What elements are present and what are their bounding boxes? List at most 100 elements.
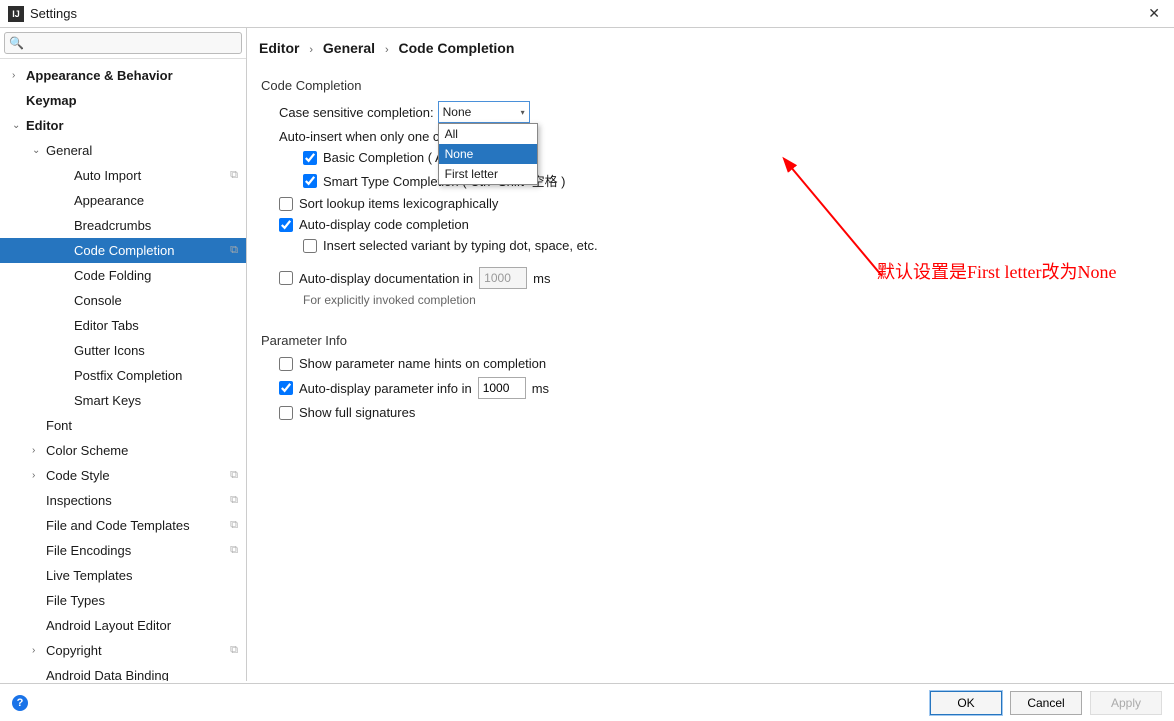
tree-item-label: Gutter Icons bbox=[74, 343, 246, 358]
settings-sidebar: 🔍 ›Appearance & BehaviorKeymap⌄Editor⌄Ge… bbox=[0, 28, 247, 681]
dropdown-option-none[interactable]: None bbox=[439, 144, 537, 164]
chevron-right-icon: › bbox=[385, 44, 389, 56]
content-pane: Editor › General › Code Completion Code … bbox=[247, 28, 1174, 681]
tree-item-font[interactable]: Font bbox=[0, 413, 246, 438]
tree-item-label: File Types bbox=[46, 593, 246, 608]
tree-item-code-completion[interactable]: Code Completion⧉ bbox=[0, 238, 246, 263]
tree-item-breadcrumbs[interactable]: Breadcrumbs bbox=[0, 213, 246, 238]
chevron-down-icon: ▾ bbox=[521, 108, 525, 117]
app-icon: IJ bbox=[8, 6, 24, 22]
tree-item-label: Android Layout Editor bbox=[46, 618, 246, 633]
tree-item-file-encodings[interactable]: File Encodings⧉ bbox=[0, 538, 246, 563]
tree-item-color-scheme[interactable]: ›Color Scheme bbox=[0, 438, 246, 463]
sort-lookup-checkbox[interactable]: Sort lookup items lexicographically bbox=[279, 196, 498, 211]
tree-item-android-data-binding[interactable]: Android Data Binding bbox=[0, 663, 246, 681]
tree-item-file-and-code-templates[interactable]: File and Code Templates⧉ bbox=[0, 513, 246, 538]
show-param-hints-checkbox[interactable]: Show parameter name hints on completion bbox=[279, 356, 546, 371]
tree-item-auto-import[interactable]: Auto Import⧉ bbox=[0, 163, 246, 188]
tree-item-label: Keymap bbox=[26, 93, 246, 108]
copy-icon: ⧉ bbox=[230, 519, 238, 532]
tree-item-android-layout-editor[interactable]: Android Layout Editor bbox=[0, 613, 246, 638]
tree-item-label: Copyright bbox=[46, 643, 230, 658]
tree-item-keymap[interactable]: Keymap bbox=[0, 88, 246, 113]
tree-item-label: Code Completion bbox=[74, 243, 230, 258]
copy-icon: ⧉ bbox=[230, 244, 238, 257]
tree-item-label: Appearance & Behavior bbox=[26, 68, 246, 83]
basic-completion-checkbox[interactable]: Basic Completion ( A bbox=[303, 150, 444, 165]
apply-button[interactable]: Apply bbox=[1090, 691, 1162, 715]
tree-item-code-style[interactable]: ›Code Style⧉ bbox=[0, 463, 246, 488]
copy-icon: ⧉ bbox=[230, 544, 238, 557]
chevron-right-icon: › bbox=[309, 44, 313, 56]
tree-item-smart-keys[interactable]: Smart Keys bbox=[0, 388, 246, 413]
tree-item-label: Editor bbox=[26, 118, 246, 133]
tree-arrow-icon: › bbox=[12, 70, 26, 81]
tree-item-label: Android Data Binding bbox=[46, 668, 246, 681]
tree-arrow-icon: ⌄ bbox=[12, 120, 26, 131]
case-sensitive-dropdown[interactable]: None ▾ All None First letter bbox=[438, 101, 530, 123]
tree-item-label: Postfix Completion bbox=[74, 368, 246, 383]
autodoc-delay-field[interactable] bbox=[479, 267, 527, 289]
tree-item-editor-tabs[interactable]: Editor Tabs bbox=[0, 313, 246, 338]
tree-item-general[interactable]: ⌄General bbox=[0, 138, 246, 163]
tree-item-label: Console bbox=[74, 293, 246, 308]
dropdown-option-first-letter[interactable]: First letter bbox=[439, 164, 537, 184]
section-parameter-info: Parameter Info bbox=[261, 333, 1160, 348]
breadcrumb: Editor › General › Code Completion bbox=[247, 28, 1174, 66]
ok-button[interactable]: OK bbox=[930, 691, 1002, 715]
insert-variant-checkbox[interactable]: Insert selected variant by typing dot, s… bbox=[303, 238, 598, 253]
case-sensitive-label: Case sensitive completion: bbox=[279, 105, 434, 120]
auto-display-doc-checkbox[interactable]: Auto-display documentation in bbox=[279, 271, 473, 286]
tree-item-live-templates[interactable]: Live Templates bbox=[0, 563, 246, 588]
tree-item-copyright[interactable]: ›Copyright⧉ bbox=[0, 638, 246, 663]
copy-icon: ⧉ bbox=[230, 169, 238, 182]
tree-item-label: Editor Tabs bbox=[74, 318, 246, 333]
tree-item-editor[interactable]: ⌄Editor bbox=[0, 113, 246, 138]
help-icon[interactable]: ? bbox=[12, 695, 28, 711]
tree-item-label: Appearance bbox=[74, 193, 246, 208]
tree-arrow-icon: ⌄ bbox=[32, 145, 46, 156]
tree-item-label: Font bbox=[46, 418, 246, 433]
tree-item-console[interactable]: Console bbox=[0, 288, 246, 313]
tree-item-label: Live Templates bbox=[46, 568, 246, 583]
auto-display-param-checkbox[interactable]: Auto-display parameter info in bbox=[279, 381, 472, 396]
tree-item-file-types[interactable]: File Types bbox=[0, 588, 246, 613]
tree-item-appearance[interactable]: Appearance bbox=[0, 188, 246, 213]
autoinsert-label: Auto-insert when only one c bbox=[279, 129, 439, 144]
cancel-button[interactable]: Cancel bbox=[1010, 691, 1082, 715]
copy-icon: ⧉ bbox=[230, 644, 238, 657]
tree-item-label: File Encodings bbox=[46, 543, 230, 558]
tree-item-gutter-icons[interactable]: Gutter Icons bbox=[0, 338, 246, 363]
tree-arrow-icon: › bbox=[32, 645, 46, 656]
tree-item-code-folding[interactable]: Code Folding bbox=[0, 263, 246, 288]
close-icon[interactable]: ✕ bbox=[1142, 3, 1166, 24]
dropdown-list: All None First letter bbox=[438, 123, 538, 185]
tree-arrow-icon: › bbox=[32, 445, 46, 456]
tree-item-appearance-behavior[interactable]: ›Appearance & Behavior bbox=[0, 63, 246, 88]
dialog-footer: ? OK Cancel Apply bbox=[0, 683, 1174, 721]
settings-tree[interactable]: ›Appearance & BehaviorKeymap⌄Editor⌄Gene… bbox=[0, 59, 246, 681]
window-title: Settings bbox=[30, 6, 77, 21]
tree-arrow-icon: › bbox=[32, 470, 46, 481]
show-full-signatures-checkbox[interactable]: Show full signatures bbox=[279, 405, 415, 420]
tree-item-label: Breadcrumbs bbox=[74, 218, 246, 233]
copy-icon: ⧉ bbox=[230, 469, 238, 482]
autodoc-note: For explicitly invoked completion bbox=[303, 293, 1160, 307]
tree-item-label: File and Code Templates bbox=[46, 518, 230, 533]
search-input[interactable] bbox=[4, 32, 242, 54]
tree-item-postfix-completion[interactable]: Postfix Completion bbox=[0, 363, 246, 388]
tree-item-label: Inspections bbox=[46, 493, 230, 508]
tree-item-label: Smart Keys bbox=[74, 393, 246, 408]
tree-item-label: General bbox=[46, 143, 246, 158]
param-delay-field[interactable] bbox=[478, 377, 526, 399]
tree-item-label: Auto Import bbox=[74, 168, 230, 183]
section-code-completion: Code Completion bbox=[261, 78, 1160, 93]
auto-display-completion-checkbox[interactable]: Auto-display code completion bbox=[279, 217, 469, 232]
tree-item-label: Code Folding bbox=[74, 268, 246, 283]
tree-item-inspections[interactable]: Inspections⧉ bbox=[0, 488, 246, 513]
dropdown-option-all[interactable]: All bbox=[439, 124, 537, 144]
search-icon: 🔍 bbox=[9, 36, 24, 50]
title-bar: IJ Settings ✕ bbox=[0, 0, 1174, 28]
copy-icon: ⧉ bbox=[230, 494, 238, 507]
annotation-text: 默认设置是First letter改为None bbox=[877, 258, 1116, 284]
